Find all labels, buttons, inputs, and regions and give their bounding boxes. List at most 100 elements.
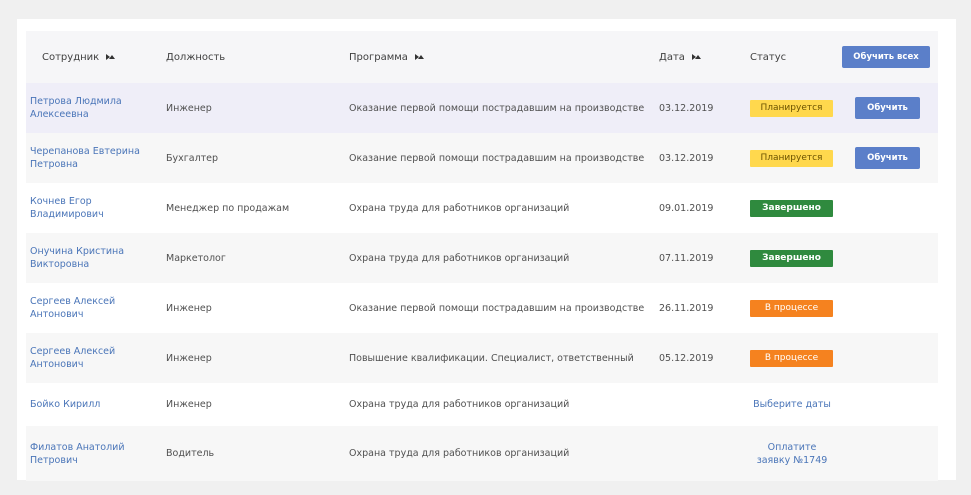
sort-icon[interactable]: [691, 53, 701, 61]
sort-icon[interactable]: [414, 53, 424, 61]
status-badge: В процессе: [750, 349, 833, 367]
employee-name-link[interactable]: Онучина Кристина Викторовна: [30, 233, 155, 283]
program-name: Оказание первой помощи пострадавшим на п…: [349, 102, 645, 114]
table-row: Петрова Людмила Алексеевна Инженер Оказан…: [26, 83, 938, 133]
status-badge: Планируется: [750, 149, 833, 167]
sort-icon[interactable]: [105, 53, 116, 61]
employee-name-line1: Черепанова Евтерина: [30, 146, 140, 157]
employee-name-line1: Сергеев Алексей: [30, 346, 116, 357]
program-cell: Охрана труда для работников организаций: [349, 426, 645, 481]
column-header-status: Статус: [750, 31, 786, 83]
pay-request-link-line2: заявку №1749: [756, 454, 828, 466]
employee-name-link[interactable]: Кочнев Егор Владимирович: [30, 183, 155, 233]
train-button[interactable]: Обучить: [855, 147, 920, 169]
status-badge: В процессе: [750, 299, 833, 317]
status-cell: Оплатите заявку №1749: [750, 426, 836, 481]
table-row: Филатов Анатолий Петрович Водитель Охрана…: [26, 426, 938, 481]
column-header-position-label: Должность: [166, 51, 226, 63]
training-date: 05.12.2019: [659, 352, 714, 364]
program-cell: Охрана труда для работников организаций: [349, 233, 645, 283]
program-cell: Повышение квалификации. Специалист, отве…: [349, 333, 645, 383]
column-header-employee-label: Сотрудник: [42, 51, 100, 63]
training-table-card: Сотрудник Должность Программа Дата Стату…: [17, 19, 956, 481]
employee-name-line1: Бойко Кирилл: [30, 399, 101, 410]
table-row: Сергеев Алексей Антонович Инженер Повышен…: [26, 333, 938, 383]
employee-name-line2: Владимирович: [30, 209, 104, 220]
program-name: Оказание первой помощи пострадавшим на п…: [349, 302, 645, 314]
action-cell: Обучить: [846, 83, 940, 133]
status-cell: Выберите даты: [750, 383, 836, 426]
status-cell: В процессе: [750, 283, 836, 333]
status-cell: Завершено: [750, 183, 836, 233]
employee-position: Менеджер по продажам: [166, 202, 290, 214]
column-header-status-label: Статус: [750, 51, 787, 63]
column-header-position: Должность: [166, 31, 225, 83]
employee-position: Инженер: [166, 302, 212, 314]
employee-name-line1: Филатов Анатолий: [30, 441, 125, 453]
employee-name-line2: Петрович: [30, 454, 78, 466]
employee-name-line1: Сергеев Алексей: [30, 296, 116, 307]
status-cell: Планируется: [750, 133, 836, 183]
column-header-date[interactable]: Дата: [659, 31, 701, 83]
program-name: Охрана труда для работников организаций: [349, 252, 570, 264]
employee-position: Инженер: [166, 352, 212, 364]
table-header: Сотрудник Должность Программа Дата Стату…: [26, 31, 938, 83]
program-name: Охрана труда для работников организаций: [349, 448, 570, 459]
employee-position: Инженер: [166, 399, 212, 410]
column-header-employee[interactable]: Сотрудник: [42, 31, 116, 83]
column-header-program[interactable]: Программа: [349, 31, 424, 83]
train-button[interactable]: Обучить: [855, 97, 920, 119]
employee-name-line2: Викторовна: [30, 259, 90, 270]
employee-position: Водитель: [166, 448, 215, 459]
table-row: Онучина Кристина Викторовна Маркетолог Ох…: [26, 233, 938, 283]
employee-name-line2: Алексеевна: [30, 109, 89, 120]
program-name: Оказание первой помощи пострадавшим на п…: [349, 152, 645, 164]
program-cell: Охрана труда для работников организаций: [349, 183, 645, 233]
training-date: 07.11.2019: [659, 252, 714, 264]
status-cell: Планируется: [750, 83, 836, 133]
training-date: 09.01.2019: [659, 202, 714, 214]
status-badge: Завершено: [750, 199, 833, 217]
program-cell: Оказание первой помощи пострадавшим на п…: [349, 83, 645, 133]
status-cell: Завершено: [750, 233, 836, 283]
column-header-program-label: Программа: [349, 51, 408, 63]
employee-name-link[interactable]: Филатов Анатолий Петрович: [30, 426, 155, 481]
table-row: Сергеев Алексей Антонович Инженер Оказани…: [26, 283, 938, 333]
program-name: Повышение квалификации. Специалист, отве…: [349, 352, 634, 364]
employee-name-line2: Антонович: [30, 359, 84, 370]
program-name: Охрана труда для работников организаций: [349, 202, 570, 214]
train-all-button[interactable]: Обучить всех: [842, 46, 930, 68]
employee-name-line2: Антонович: [30, 309, 84, 320]
program-name: Охрана труда для работников организаций: [349, 399, 570, 410]
employee-name-link[interactable]: Бойко Кирилл: [30, 383, 155, 426]
employee-position: Маркетолог: [166, 252, 226, 264]
training-date: 03.12.2019: [659, 152, 714, 164]
status-badge: Планируется: [750, 99, 833, 117]
employee-name-line1: Петрова Людмила: [30, 96, 122, 107]
pay-request-link-line1: Оплатите: [767, 441, 817, 453]
employee-name-line2: Петровна: [30, 159, 78, 170]
training-table: Сотрудник Должность Программа Дата Стату…: [26, 31, 938, 481]
table-row: Черепанова Евтерина Петровна Бухгалтер Ок…: [26, 133, 938, 183]
program-cell: Оказание первой помощи пострадавшим на п…: [349, 133, 645, 183]
program-cell: Оказание первой помощи пострадавшим на п…: [349, 283, 645, 333]
table-row: Кочнев Егор Владимирович Менеджер по прод…: [26, 183, 938, 233]
training-date: 26.11.2019: [659, 302, 714, 314]
employee-position: Инженер: [166, 102, 212, 114]
employee-name-line1: Кочнев Егор: [30, 196, 92, 207]
select-dates-link[interactable]: Выберите даты: [750, 398, 834, 411]
program-cell: Охрана труда для работников организаций: [349, 383, 645, 426]
column-header-date-label: Дата: [659, 51, 685, 63]
employee-position: Бухгалтер: [166, 152, 219, 164]
employee-name-line1: Онучина Кристина: [30, 246, 125, 257]
status-badge: Завершено: [750, 249, 833, 267]
action-cell: Обучить: [846, 133, 940, 183]
employee-name-link[interactable]: Черепанова Евтерина Петровна: [30, 133, 155, 183]
training-date: 03.12.2019: [659, 102, 714, 114]
employee-name-link[interactable]: Сергеев Алексей Антонович: [30, 283, 155, 333]
table-row: Бойко Кирилл Инженер Охрана труда для ра…: [26, 383, 938, 426]
status-cell: В процессе: [750, 333, 836, 383]
pay-request-link[interactable]: Оплатите заявку №1749: [750, 441, 834, 467]
employee-name-link[interactable]: Петрова Людмила Алексеевна: [30, 83, 155, 133]
employee-name-link[interactable]: Сергеев Алексей Антонович: [30, 333, 155, 383]
